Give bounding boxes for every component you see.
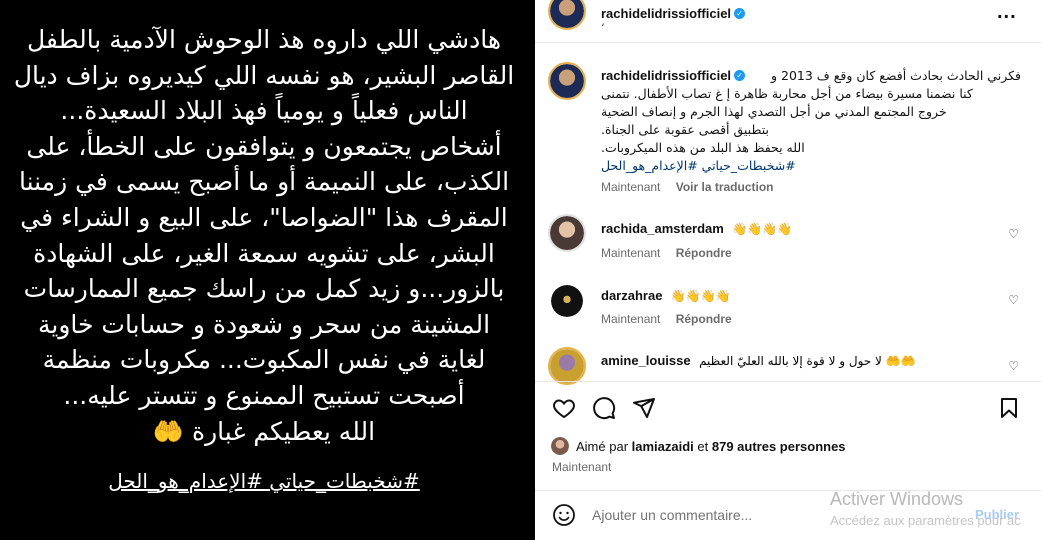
post-line: هادشي اللي داروه هذ الوحوش الآدمية بالطف… <box>26 25 502 54</box>
comment-like-icon[interactable]: ♡ <box>1008 293 1019 307</box>
verified-icon: ✓ <box>734 8 746 20</box>
post-line: الله يعطيكم غبارة 🤲 <box>152 416 376 446</box>
reply-button[interactable]: Répondre <box>676 246 732 260</box>
post-time: Maintenant <box>552 460 612 474</box>
post-line: أشخاص يجتمعون و يتوافقون على الخطأ، على <box>26 131 502 161</box>
comment-time: Maintenant <box>601 246 661 260</box>
comment-like-icon[interactable]: ♡ <box>1008 227 1019 241</box>
header-divider <box>535 42 1041 43</box>
comment-text: لا حول و لا قوة إلا بالله العليّ العظيم … <box>699 354 916 368</box>
likes-count[interactable]: 879 autres personnes <box>712 439 846 454</box>
caption-meta: Maintenant Voir la traduction <box>601 180 786 194</box>
commenter-avatar[interactable] <box>551 285 583 317</box>
caption-hashtags[interactable]: #شخبطات_حياتي #الإعدام_هو_الحل <box>601 157 1021 175</box>
caption-avatar[interactable] <box>548 62 586 100</box>
comment-like-icon[interactable]: ♡ <box>1008 359 1019 373</box>
comment-username[interactable]: rachida_amsterdam <box>601 221 724 236</box>
comment-username[interactable]: darzahrae <box>601 288 662 303</box>
windows-activation-title: Activer Windows <box>830 489 964 509</box>
comment-time: Maintenant <box>601 312 661 326</box>
header-subline: ، <box>601 17 605 29</box>
post-line: أصبحت تستبيح الممنوع و تتستر عليه... <box>63 380 465 410</box>
comment-meta: Maintenant Répondre <box>601 312 744 326</box>
commenter-avatar[interactable] <box>548 347 586 385</box>
actions-divider <box>535 381 1041 382</box>
post-line: الناس فعلياً و يومياً فهذ البلاد السعيدة… <box>60 96 468 126</box>
comment-username[interactable]: amine_louisse <box>601 353 691 368</box>
caption-line: بتطبيق أقصى عقوبة على الجناة. <box>601 122 769 137</box>
post-line: المشينة من سحر و شعودة و حسابات خاوية <box>37 309 491 339</box>
comment-box-divider <box>535 490 1041 491</box>
commenter-avatar[interactable] <box>548 214 586 252</box>
likes-summary: Aimé par lamiazaidi et 879 autres person… <box>576 439 846 454</box>
comment-input[interactable]: Ajouter un commentaire... <box>592 507 752 523</box>
likes-and: et <box>693 439 712 454</box>
caption: rachidelidrissiofficiel ✓ فكرني الحادث بح… <box>601 67 1021 175</box>
liker-avatar[interactable] <box>551 437 569 455</box>
caption-username[interactable]: rachidelidrissiofficiel <box>601 68 731 83</box>
post-line: البشر، على تشويه سمعة الغير، على الشهادة <box>33 238 495 268</box>
comment: amine_louisse لا حول و لا قوة إلا بالله … <box>601 352 916 370</box>
comment: rachida_amsterdam 👋👋👋👋 <box>601 220 792 238</box>
post-line: الكذب، على النميمة أو ما أصبح يسمى في زم… <box>18 167 510 197</box>
caption-line: الله يحفظ هذ البلد من هذه الميكروبات. <box>601 140 805 155</box>
caption-line: خروج المجتمع المدني من أجل التصدي لهذا ا… <box>601 104 947 119</box>
post-panel: rachidelidrissiofficiel ✓ ، ... rachideli… <box>535 0 1041 540</box>
caption-time: Maintenant <box>601 180 661 194</box>
author-avatar[interactable] <box>548 0 586 30</box>
windows-activation-subtitle: Accédez aux paramètres pour ac <box>830 513 1021 528</box>
post-hashtags: #شخبطات_حياتي #الإعدام_هو_الحل <box>108 469 420 494</box>
comment-icon[interactable] <box>592 396 616 420</box>
see-translation-link[interactable]: Voir la traduction <box>676 180 774 194</box>
more-options-icon[interactable]: ... <box>997 1 1017 24</box>
comment-text: 👋👋👋👋 <box>670 289 731 303</box>
comment-meta: Maintenant Répondre <box>601 246 744 260</box>
post-line: القاصر البشير، هو نفسه اللي كيديروه بزاف… <box>13 60 515 90</box>
comment: darzahrae 👋👋👋👋 <box>601 287 731 305</box>
verified-icon: ✓ <box>734 70 746 82</box>
author-username[interactable]: rachidelidrissiofficiel <box>601 6 731 21</box>
post-line: المقرف هذا "الضواصا"، على البيع و الشراء… <box>20 202 508 232</box>
post-line: لغاية في نفس المكبوت... مكروبات منظمة <box>42 345 486 375</box>
header-author[interactable]: rachidelidrissiofficiel ✓ <box>601 5 746 23</box>
save-icon[interactable] <box>997 396 1021 420</box>
post-line: بالزور...و زيد كمل من راسك جميع الممارسا… <box>23 274 505 304</box>
post-image-text: هادشي اللي داروه هذ الوحوش الآدمية بالطف… <box>0 22 528 493</box>
caption-line: كنا نضمنا مسيرة بيضاء من أجل محاربة ظاهر… <box>601 86 973 101</box>
liker-username[interactable]: lamiazaidi <box>632 439 694 454</box>
comment-text: 👋👋👋👋 <box>732 222 793 236</box>
emoji-icon[interactable] <box>552 503 576 527</box>
reply-button[interactable]: Répondre <box>676 312 732 326</box>
post-image: هادشي اللي داروه هذ الوحوش الآدمية بالطف… <box>0 0 535 540</box>
like-icon[interactable] <box>552 396 576 420</box>
share-icon[interactable] <box>632 396 656 420</box>
likes-prefix: Aimé par <box>576 439 632 454</box>
